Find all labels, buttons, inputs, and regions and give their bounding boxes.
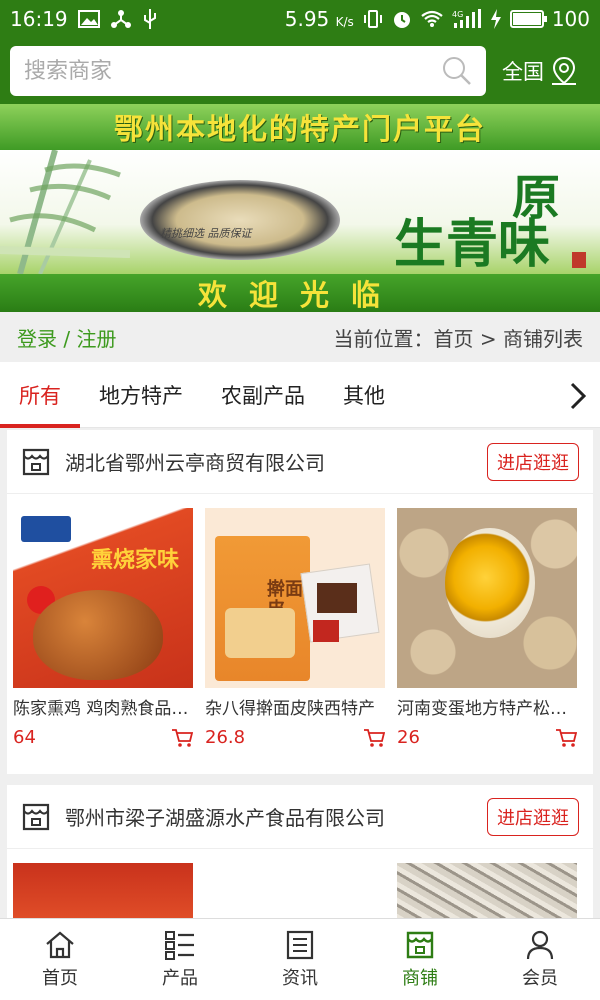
bamboo-illustration	[0, 150, 130, 274]
product-name[interactable]: 河南变蛋地方特产松花蛋	[397, 694, 577, 719]
chevron-right-icon[interactable]	[568, 381, 588, 411]
alarm-icon	[393, 12, 410, 28]
wifi-icon	[421, 10, 443, 27]
news-icon	[286, 930, 314, 959]
enter-shop-button[interactable]: 进店逛逛	[487, 442, 579, 481]
cart-icon[interactable]	[171, 728, 193, 748]
nav-label: 首页	[42, 967, 78, 989]
product-card[interactable]	[13, 863, 193, 918]
product-image[interactable]	[13, 863, 193, 918]
battery-icon	[509, 10, 547, 28]
region-selector[interactable]: 全国	[502, 56, 578, 86]
store-icon	[22, 448, 50, 475]
product-image[interactable]: 熏烧家味	[13, 508, 193, 688]
product-card[interactable]	[397, 863, 577, 918]
product-card[interactable]: 河南变蛋地方特产松花蛋 26	[397, 508, 577, 748]
shop-name[interactable]: 湖北省鄂州云亭商贸有限公司	[65, 447, 325, 476]
banner-top: 鄂州本地化的特产门户平台	[0, 104, 600, 150]
battery-percent: 100	[551, 7, 590, 31]
status-time: 16:19	[10, 7, 68, 31]
charging-icon	[490, 9, 501, 29]
breadcrumb: 当前位置：首页 > 商铺列表	[333, 326, 583, 351]
cart-icon[interactable]	[555, 728, 577, 748]
category-tabs: 所有 地方特产 农副产品 其他	[0, 362, 600, 428]
banner[interactable]: 鄂州本地化的特产门户平台 精挑细选 品质保证 原 生青味 欢迎光临	[0, 104, 600, 312]
banner-caption: 精挑细选 品质保证	[160, 227, 252, 240]
banner-welcome: 欢迎光临	[197, 278, 402, 312]
product-image[interactable]	[397, 508, 577, 688]
nav-news[interactable]: 资讯	[240, 919, 360, 1000]
nav-shops[interactable]: 商铺	[360, 919, 480, 1000]
shop-header: 湖北省鄂州云亭商贸有限公司 进店逛逛	[7, 430, 593, 494]
product-card[interactable]: 擀面皮 杂八得擀面皮陕西特产 26.8	[205, 508, 385, 748]
user-icon	[526, 930, 554, 959]
net-speed: 5.95 K/s	[284, 7, 354, 31]
nav-products[interactable]: 产品	[120, 919, 240, 1000]
product-price: 26	[397, 727, 420, 748]
product-price: 64	[13, 727, 36, 748]
product-image[interactable]: 擀面皮	[205, 508, 385, 688]
product-list	[7, 849, 593, 918]
store-icon	[22, 803, 50, 830]
product-name[interactable]: 陈家熏鸡 鸡肉熟食品 真空包装	[13, 694, 193, 719]
usb-icon	[143, 9, 156, 29]
nav-label: 产品	[162, 967, 198, 989]
tab-all[interactable]: 所有	[0, 362, 80, 428]
product-image[interactable]	[397, 863, 577, 918]
product-name[interactable]: 杂八得擀面皮陕西特产	[205, 694, 385, 719]
tab-local-specialty[interactable]: 地方特产	[80, 362, 202, 428]
nav-member[interactable]: 会员	[480, 919, 600, 1000]
banner-bottom: 欢迎光临	[0, 274, 600, 312]
nav-home[interactable]: 首页	[0, 919, 120, 1000]
region-label: 全国	[502, 60, 544, 84]
search-icon[interactable]	[442, 56, 472, 86]
shop-card: 湖北省鄂州云亭商贸有限公司 进店逛逛 熏烧家味 陈家熏鸡 鸡肉熟食品 真空包装 …	[7, 430, 593, 774]
status-bar: 16:19 5.95 K/s 4G 100	[0, 0, 600, 38]
banner-headline: 鄂州本地化的特产门户平台	[113, 112, 486, 146]
tab-farm-products[interactable]: 农副产品	[202, 362, 324, 428]
product-card[interactable]	[205, 863, 385, 918]
svg-text:4G: 4G	[452, 10, 463, 19]
shop-name[interactable]: 鄂州市梁子湖盛源水产食品有限公司	[65, 802, 385, 831]
product-card[interactable]: 熏烧家味 陈家熏鸡 鸡肉熟食品 真空包装 64	[13, 508, 193, 748]
product-list: 熏烧家味 陈家熏鸡 鸡肉熟食品 真空包装 64 擀面皮 杂八得擀面皮陕西特产	[7, 494, 593, 748]
shop-card: 鄂州市梁子湖盛源水产食品有限公司 进店逛逛	[7, 785, 593, 918]
product-image[interactable]	[205, 863, 385, 918]
store-icon	[406, 931, 434, 958]
location-pin-icon	[552, 56, 576, 85]
cart-icon[interactable]	[363, 728, 385, 748]
enter-shop-button[interactable]: 进店逛逛	[487, 797, 579, 836]
product-image-label: 熏烧家味	[90, 548, 179, 573]
home-icon	[46, 931, 74, 958]
image-notification-icon	[77, 10, 100, 28]
location-bar: 登录 / 注册 当前位置：首页 > 商铺列表	[0, 312, 600, 362]
banner-calligraphy-2: 生青味	[393, 214, 550, 275]
search-box[interactable]	[10, 46, 486, 96]
tab-other[interactable]: 其他	[324, 362, 404, 428]
red-seal-stamp	[572, 252, 586, 268]
nav-label: 资讯	[282, 967, 318, 989]
nav-label: 商铺	[402, 967, 438, 989]
header-bar: 全国	[0, 38, 600, 104]
ink-brush-circle	[140, 180, 340, 260]
login-register-link[interactable]: 登录 / 注册	[17, 323, 116, 352]
vibrate-icon	[363, 10, 382, 28]
nav-label: 会员	[522, 967, 558, 989]
banner-art: 精挑细选 品质保证 原 生青味	[0, 150, 600, 275]
signal-4g-icon: 4G	[452, 9, 481, 28]
search-input[interactable]	[24, 58, 442, 84]
shop-header: 鄂州市梁子湖盛源水产食品有限公司 进店逛逛	[7, 785, 593, 849]
network-share-icon	[110, 10, 131, 28]
list-icon	[165, 930, 194, 960]
product-price: 26.8	[205, 727, 246, 748]
bottom-nav: 首页 产品 资讯 商铺 会员	[0, 918, 600, 1000]
